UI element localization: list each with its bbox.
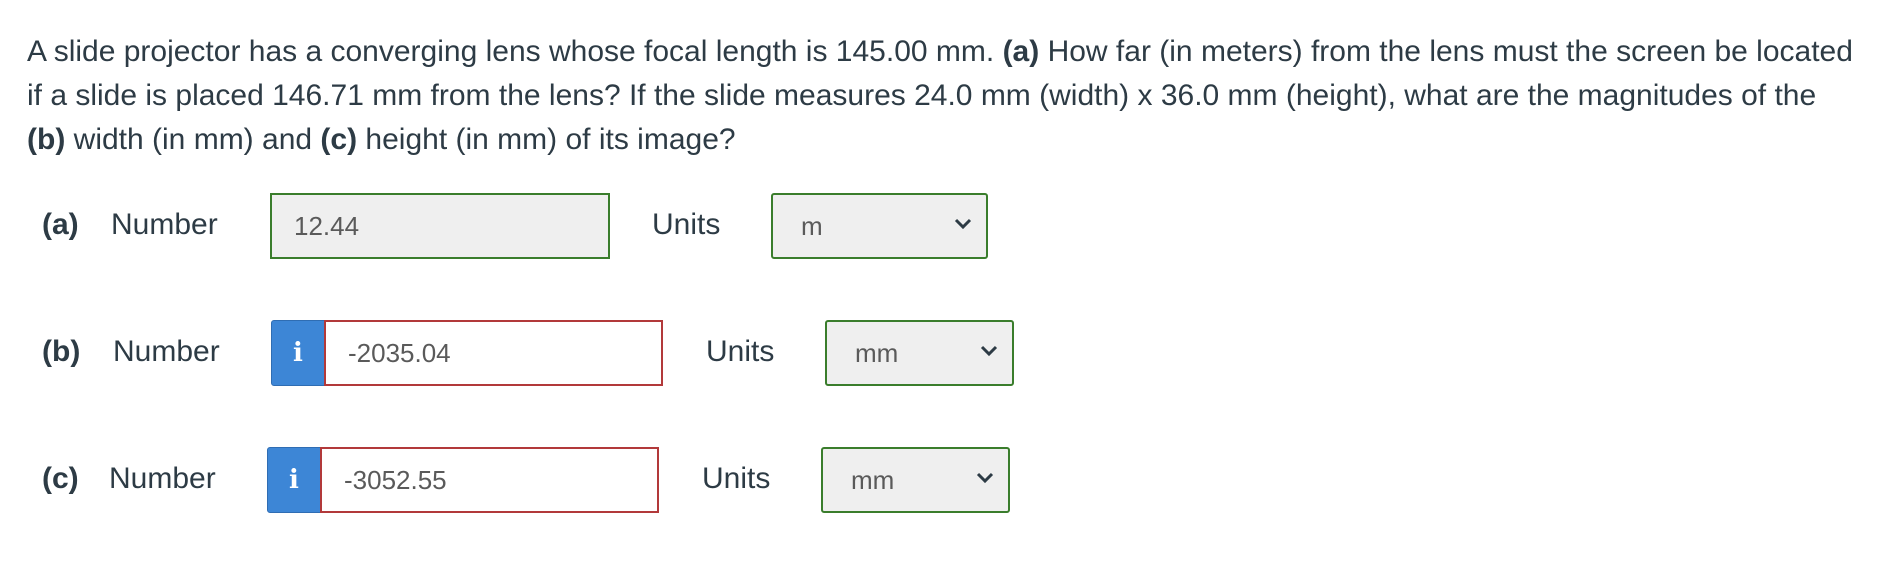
units-select-value: m	[801, 211, 823, 241]
answer-row-c: (c) Number i -3052.55 Units mm	[0, 447, 1100, 513]
part-a-tag: (a)	[1002, 35, 1040, 68]
row-label: (a)	[42, 208, 79, 241]
info-icon[interactable]: i	[267, 447, 321, 513]
info-icon[interactable]: i	[271, 320, 325, 386]
number-label: Number	[113, 335, 220, 368]
units-select-value: mm	[851, 465, 895, 495]
part-b-text: width (in mm) and	[73, 123, 313, 156]
number-label: Number	[109, 462, 216, 495]
chevron-down-icon	[976, 472, 994, 484]
answer-row-b: (b) Number i -2035.04 Units mm	[0, 320, 1100, 386]
chevron-down-icon	[980, 345, 998, 357]
units-select-b[interactable]: mm	[825, 320, 1014, 386]
chevron-down-icon	[954, 218, 972, 230]
answer-row-a: (a) Number 12.44 Units m	[0, 193, 1100, 259]
row-label: (c)	[42, 462, 79, 495]
units-label: Units	[706, 335, 775, 368]
part-c-text: height (in mm) of its image?	[365, 123, 736, 156]
part-c-tag: (c)	[320, 123, 358, 156]
units-select-a[interactable]: m	[771, 193, 988, 259]
number-input-a[interactable]: 12.44	[270, 193, 610, 259]
number-label: Number	[111, 208, 218, 241]
row-label: (b)	[42, 335, 81, 368]
units-select-c[interactable]: mm	[821, 447, 1010, 513]
units-label: Units	[652, 208, 721, 241]
question-intro: A slide projector has a converging lens …	[27, 35, 995, 68]
question-text: A slide projector has a converging lens …	[27, 30, 1857, 162]
number-input-b[interactable]: -2035.04	[324, 320, 663, 386]
number-input-c[interactable]: -3052.55	[320, 447, 659, 513]
units-select-value: mm	[855, 338, 899, 368]
part-b-tag: (b)	[27, 123, 66, 156]
units-label: Units	[702, 462, 771, 495]
